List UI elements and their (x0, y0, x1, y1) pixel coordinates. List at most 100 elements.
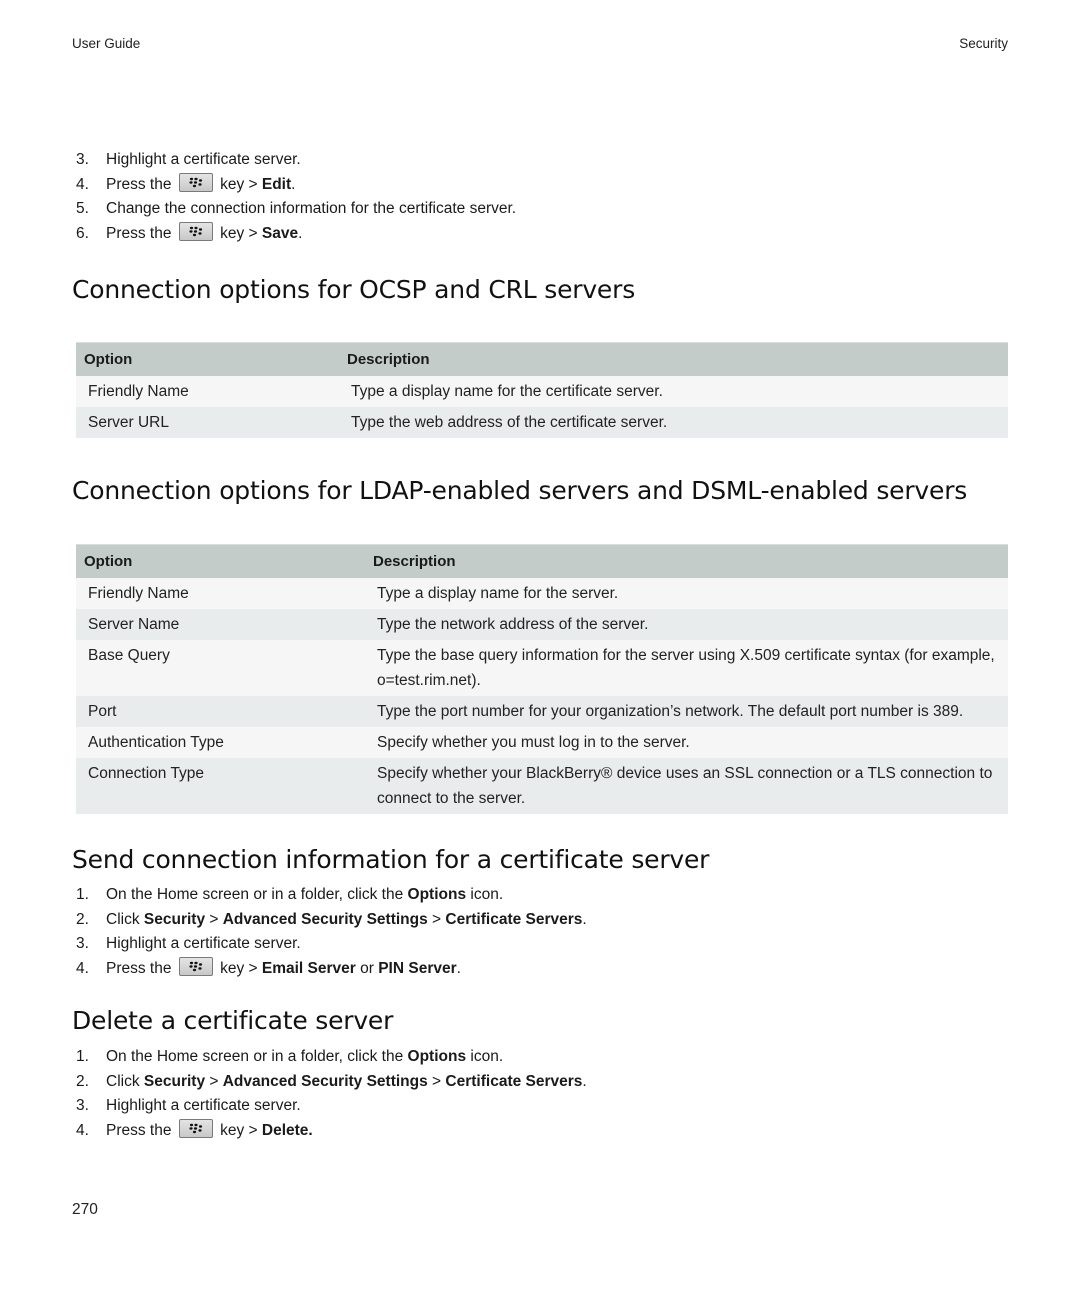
table-row: Friendly Name Type a display name for the… (76, 376, 1008, 407)
table-row: Port Type the port number for your organi… (76, 696, 1008, 727)
step-text: On the Home screen or in a folder, click… (106, 886, 408, 903)
option-cell: Server Name (76, 609, 365, 640)
step-text: Highlight a certificate server. (106, 151, 301, 168)
delete-steps-list: 1. On the Home screen or in a folder, cli… (72, 1045, 587, 1143)
step-text: key > (215, 175, 262, 193)
ui-term: Certificate Servers (445, 1072, 583, 1090)
heading-ocsp-crl: Connection options for OCSP and CRL serv… (72, 275, 636, 304)
step-item: 2. Click Security > Advanced Security Set… (72, 908, 587, 933)
column-header-description: Description (339, 342, 1008, 376)
table-row: Authentication Type Specify whether you m… (76, 727, 1008, 758)
step-number: 3. (76, 1097, 89, 1114)
step-number: 2. (76, 910, 89, 928)
blackberry-menu-key-icon (178, 957, 213, 977)
description-cell: Type the base query information for the … (365, 640, 1008, 696)
step-item: 1. On the Home screen or in a folder, cli… (72, 883, 587, 908)
step-text: . (582, 1072, 587, 1090)
step-text: Press the (106, 175, 176, 193)
column-header-option: Option (76, 544, 365, 578)
step-item: 3. Highlight a certificate server. (72, 932, 587, 957)
description-cell: Type the web address of the certificate … (339, 407, 1008, 438)
step-text: Change the connection information for th… (106, 200, 517, 217)
table-row: Server URL Type the web address of the ce… (76, 407, 1008, 438)
ldap-options-table: Option Description Friendly Name Type a dis… (76, 544, 1008, 814)
step-text: icon. (466, 886, 504, 903)
table-row: Server Name Type the network address of t… (76, 609, 1008, 640)
step-item: 3. Highlight a certificate server. (72, 1094, 587, 1119)
description-cell: Type the network address of the server. (365, 609, 1008, 640)
step-text: or (355, 959, 379, 977)
step-number: 3. (76, 151, 89, 168)
step-item: 4. Press the key > Email Server or PIN Se… (72, 957, 587, 982)
step-number: 5. (76, 200, 89, 217)
step-text: key > (215, 224, 262, 242)
option-cell: Base Query (76, 640, 365, 696)
blackberry-menu-key-icon (178, 173, 213, 193)
table-row: Connection Type Specify whether your Blac… (76, 758, 1008, 814)
header-section-title: Security (959, 36, 1008, 51)
description-cell: Type a display name for the server. (365, 578, 1008, 609)
step-text: Click (106, 910, 144, 928)
option-cell: Connection Type (76, 758, 365, 814)
ui-term: Advanced Security Settings (222, 1072, 428, 1090)
step-number: 2. (76, 1072, 89, 1090)
step-text: icon. (466, 1048, 504, 1065)
step-number: 4. (76, 1121, 89, 1139)
step-item: 4. Press the key > Edit. (72, 173, 516, 198)
step-text: > (427, 910, 446, 928)
step-text: Press the (106, 959, 176, 977)
step-number: 3. (76, 935, 89, 952)
step-text: . (582, 910, 587, 928)
table-row: Base Query Type the base query informatio… (76, 640, 1008, 696)
step-item: 3. Highlight a certificate server. (72, 148, 516, 173)
step-text: . (291, 175, 296, 193)
step-text: Highlight a certificate server. (106, 1097, 301, 1114)
ui-term: Delete. (261, 1121, 313, 1139)
step-item: 6. Press the key > Save. (72, 222, 516, 247)
step-number: 1. (76, 886, 89, 903)
step-text: key > (215, 959, 262, 977)
step-text: Highlight a certificate server. (106, 935, 301, 952)
step-text: . (298, 224, 303, 242)
step-item: 2. Click Security > Advanced Security Set… (72, 1070, 587, 1095)
step-number: 4. (76, 959, 89, 977)
option-cell: Friendly Name (76, 376, 339, 407)
ui-term: Advanced Security Settings (222, 910, 428, 928)
step-text: On the Home screen or in a folder, click… (106, 1048, 408, 1065)
step-number: 1. (76, 1048, 89, 1065)
step-item: 5. Change the connection information for … (72, 197, 516, 222)
ui-term: Edit (261, 175, 292, 193)
description-cell: Type a display name for the certificate … (339, 376, 1008, 407)
step-text: Press the (106, 1121, 176, 1139)
step-text: Press the (106, 224, 176, 242)
option-cell: Port (76, 696, 365, 727)
step-text: > (205, 1072, 223, 1090)
description-cell: Type the port number for your organizati… (365, 696, 1008, 727)
ui-term: Save (261, 224, 299, 242)
step-text: . (456, 959, 461, 977)
send-steps-list: 1. On the Home screen or in a folder, cli… (72, 883, 587, 981)
step-text: > (427, 1072, 446, 1090)
heading-ldap-dsml: Connection options for LDAP-enabled serv… (72, 476, 968, 505)
column-header-option: Option (76, 342, 339, 376)
heading-send-connection-info: Send connection information for a certif… (72, 845, 710, 874)
page-number: 270 (72, 1201, 98, 1218)
ui-term: Certificate Servers (445, 910, 583, 928)
option-cell: Friendly Name (76, 578, 365, 609)
header-doc-title: User Guide (72, 36, 141, 51)
blackberry-menu-key-icon (178, 222, 213, 242)
step-text: > (205, 910, 223, 928)
table-header-row: Option Description (76, 544, 1008, 578)
ocsp-options-table: Option Description Friendly Name Type a dis… (76, 342, 1008, 438)
blackberry-menu-key-icon (178, 1119, 213, 1139)
ui-term: Security (143, 1072, 206, 1090)
description-cell: Specify whether your BlackBerry® device … (365, 758, 1008, 814)
step-number: 4. (76, 175, 89, 193)
step-text: Click (106, 1072, 144, 1090)
ui-term: Options (407, 1048, 467, 1065)
description-cell: Specify whether you must log in to the s… (365, 727, 1008, 758)
option-cell: Server URL (76, 407, 339, 438)
step-item: 4. Press the key > Delete. (72, 1119, 587, 1144)
column-header-description: Description (365, 544, 1008, 578)
step-number: 6. (76, 224, 89, 242)
